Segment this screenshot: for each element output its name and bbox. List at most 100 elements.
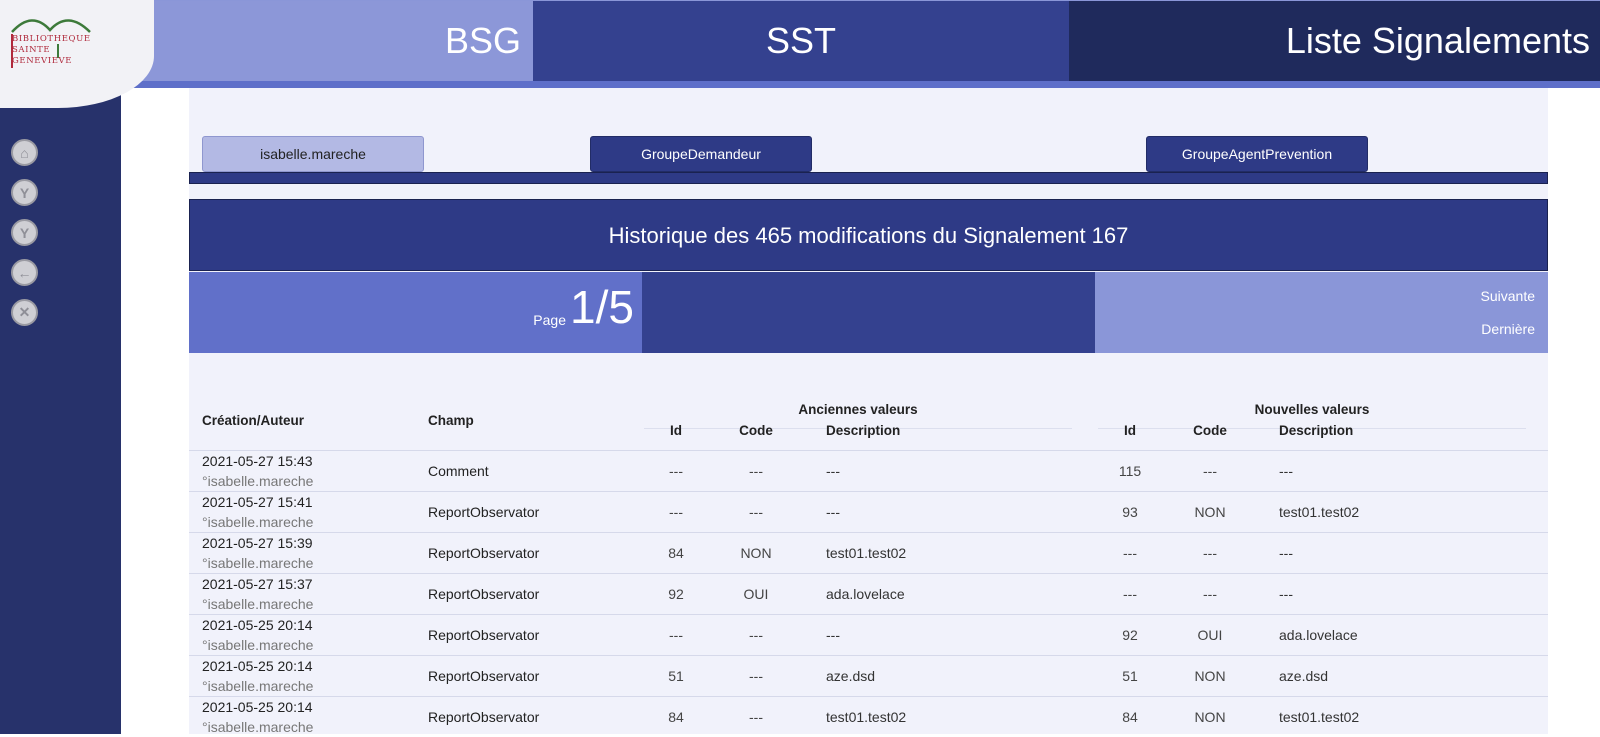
row-date: 2021-05-27 15:39: [202, 535, 313, 551]
row-old-id: ---: [669, 463, 683, 479]
row-champ: ReportObservator: [428, 586, 540, 602]
row-new-code: NON: [1194, 709, 1226, 725]
row-old-code: ---: [749, 504, 763, 520]
row-author: °isabelle.mareche: [202, 596, 314, 612]
row-author: °isabelle.mareche: [202, 678, 314, 694]
library-logo[interactable]: BIBLIOTHEQUE SAINTE GENEVIEVE: [0, 0, 154, 108]
header-page-title: Liste Signalements: [1069, 1, 1600, 81]
header-old-id: Id: [670, 423, 682, 438]
logo-line-3: GENEVIEVE: [12, 56, 73, 66]
tab-bar-underline: [189, 172, 1548, 184]
tab-groupe-agent-prevention[interactable]: GroupeAgentPrevention: [1146, 136, 1368, 172]
header-new-code: Code: [1193, 423, 1227, 438]
close-icon[interactable]: ✕: [11, 299, 38, 326]
home-icon[interactable]: ⌂: [11, 139, 38, 166]
row-new-description: test01.test02: [1279, 709, 1360, 725]
row-date: 2021-05-25 20:14: [202, 617, 313, 633]
row-new-code: OUI: [1197, 627, 1223, 643]
row-new-id: 92: [1122, 627, 1138, 643]
row-new-description: ---: [1279, 463, 1293, 479]
logo-line-2: SAINTE: [12, 45, 51, 55]
row-new-description: aze.dsd: [1279, 668, 1329, 684]
logo-text: BIBLIOTHEQUE SAINTE GENEVIEVE: [12, 34, 91, 67]
branch-icon[interactable]: Y: [11, 179, 38, 206]
row-old-description: aze.dsd: [826, 668, 876, 684]
row-old-description: ada.lovelace: [826, 586, 905, 602]
table-row: 2021-05-27 15:41 °isabelle.mareche Repor…: [189, 491, 1548, 532]
page-label: Page: [533, 312, 566, 328]
row-new-code: ---: [1203, 545, 1217, 561]
back-arrow-icon[interactable]: ←: [11, 259, 38, 286]
header-old-values: Anciennes valeurs: [798, 402, 918, 417]
main-panel: isabelle.mareche GroupeDemandeur GroupeA…: [189, 88, 1548, 737]
row-champ: Comment: [428, 463, 489, 479]
logo-line-1: BIBLIOTHEQUE: [12, 34, 91, 44]
header-champ: Champ: [428, 413, 474, 428]
header-strip: [0, 81, 1600, 88]
pager-middle: [642, 272, 1095, 353]
row-old-description: ---: [826, 627, 840, 643]
row-new-description: ---: [1279, 586, 1293, 602]
app-header: BSG SST Liste Signalements: [0, 0, 1600, 88]
row-champ: ReportObservator: [428, 668, 540, 684]
table-row: 2021-05-25 20:14 °isabelle.mareche Repor…: [189, 696, 1548, 737]
row-new-description: ada.lovelace: [1279, 627, 1358, 643]
header-creation-author: Création/Auteur: [202, 413, 305, 428]
row-old-code: ---: [749, 627, 763, 643]
row-new-description: test01.test02: [1279, 504, 1360, 520]
row-old-id: ---: [669, 504, 683, 520]
row-old-code: ---: [749, 709, 763, 725]
row-champ: ReportObservator: [428, 545, 540, 561]
pager-current: Page 1/5: [189, 272, 642, 353]
row-old-id: 92: [668, 586, 684, 602]
row-champ: ReportObservator: [428, 504, 540, 520]
row-new-id: 84: [1122, 709, 1138, 725]
row-author: °isabelle.mareche: [202, 473, 314, 489]
header-section-sst[interactable]: SST: [533, 1, 1069, 81]
history-title: Historique des 465 modifications du Sign…: [189, 199, 1548, 271]
header-section-bsg[interactable]: BSG: [150, 1, 533, 81]
header-new-description: Description: [1279, 423, 1354, 438]
branch-icon-2[interactable]: Y: [11, 219, 38, 246]
table-row: 2021-05-25 20:14 °isabelle.mareche Repor…: [189, 655, 1548, 696]
row-date: 2021-05-25 20:14: [202, 699, 313, 715]
row-old-id: 84: [668, 709, 684, 725]
row-new-description: ---: [1279, 545, 1293, 561]
pagination: Page 1/5 Suivante Dernière: [189, 272, 1548, 353]
row-date: 2021-05-27 15:37: [202, 576, 313, 592]
next-page-link[interactable]: Suivante: [1481, 288, 1535, 304]
row-old-id: 51: [668, 668, 684, 684]
row-old-code: ---: [749, 463, 763, 479]
header-new-values: Nouvelles valeurs: [1254, 402, 1370, 417]
row-new-id: ---: [1123, 545, 1137, 561]
row-old-code: ---: [749, 668, 763, 684]
row-new-id: 93: [1122, 504, 1138, 520]
table-row: 2021-05-27 15:43 °isabelle.mareche Comme…: [189, 450, 1548, 491]
row-old-id: 84: [668, 545, 684, 561]
row-date: 2021-05-27 15:43: [202, 453, 313, 469]
row-new-code: NON: [1194, 668, 1226, 684]
row-author: °isabelle.mareche: [202, 719, 314, 735]
row-author: °isabelle.mareche: [202, 555, 314, 571]
tab-groupe-demandeur[interactable]: GroupeDemandeur: [590, 136, 812, 172]
row-old-description: test01.test02: [826, 545, 907, 561]
row-new-id: 115: [1118, 463, 1142, 479]
row-old-code: NON: [740, 545, 772, 561]
row-new-code: ---: [1203, 463, 1217, 479]
row-date: 2021-05-27 15:41: [202, 494, 313, 510]
row-date: 2021-05-25 20:14: [202, 658, 313, 674]
header-old-code: Code: [739, 423, 773, 438]
row-champ: ReportObservator: [428, 627, 540, 643]
last-page-link[interactable]: Dernière: [1481, 321, 1535, 337]
history-table-body: 2021-05-27 15:43 °isabelle.mareche Comme…: [189, 450, 1548, 737]
row-old-description: test01.test02: [826, 709, 907, 725]
table-row: 2021-05-25 20:14 °isabelle.mareche Repor…: [189, 614, 1548, 655]
row-author: °isabelle.mareche: [202, 514, 314, 530]
row-old-code: OUI: [743, 586, 769, 602]
tab-user[interactable]: isabelle.mareche: [202, 136, 424, 172]
sidebar: ⌂ Y Y ← ✕: [0, 88, 121, 734]
row-champ: ReportObservator: [428, 709, 540, 725]
row-new-code: ---: [1203, 586, 1217, 602]
header-new-id: Id: [1124, 423, 1136, 438]
header-old-description: Description: [826, 423, 901, 438]
